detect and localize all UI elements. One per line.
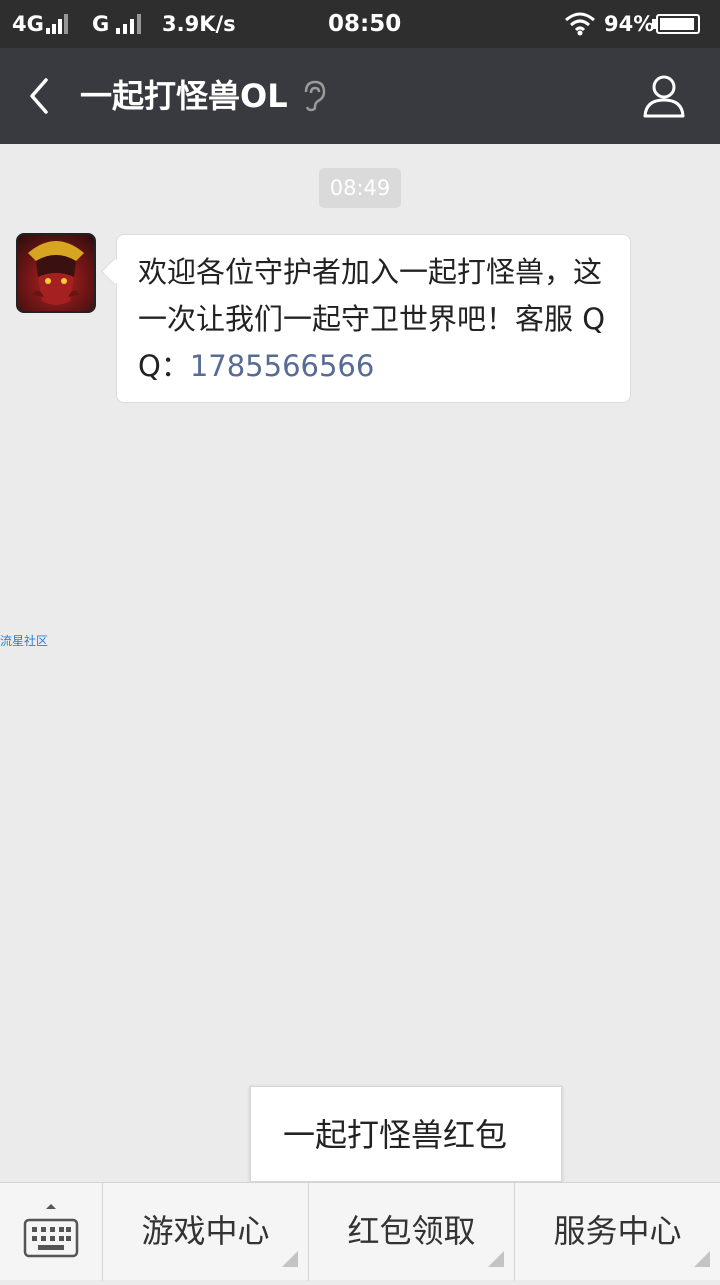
submenu-indicator-icon (488, 1251, 504, 1267)
avatar[interactable] (16, 233, 96, 313)
submenu-indicator-icon (282, 1251, 298, 1267)
keyboard-toggle-button[interactable] (0, 1183, 102, 1281)
bottom-menu-bar: 游戏中心 红包领取 服务中心 (0, 1182, 720, 1281)
profile-button[interactable] (638, 70, 690, 122)
menu-label: 红包领取 (347, 1212, 476, 1250)
monster-avatar-icon (28, 241, 84, 305)
menu-service-center[interactable]: 服务中心 (514, 1183, 720, 1281)
signal-icon (46, 14, 70, 34)
menu-red-packet[interactable]: 红包领取 (308, 1183, 514, 1281)
menu-label: 游戏中心 (141, 1212, 270, 1250)
menu-label: 服务中心 (553, 1212, 682, 1250)
timestamp-badge: 08:49 (319, 168, 401, 208)
submenu-popup: 一起打怪兽红包 (250, 1086, 562, 1182)
network-type-g: G (92, 12, 110, 36)
ear-icon (304, 80, 326, 112)
signal-icon-2 (116, 14, 148, 34)
back-arrow-icon (30, 78, 48, 114)
battery-icon (656, 14, 700, 34)
clock: 08:50 (328, 11, 402, 37)
menu-game-center[interactable]: 游戏中心 (102, 1183, 308, 1281)
message-text: 欢迎各位守护者加入一起打怪兽，这一次让我们一起守卫世界吧！客服 QQ：17855… (138, 249, 618, 390)
status-bar: 4G G 3.9K/s 08:50 94% (0, 0, 720, 48)
title-bar: 一起打怪兽OL (0, 48, 720, 144)
qq-number-link[interactable]: 1785566566 (190, 349, 375, 383)
back-button[interactable] (18, 72, 66, 120)
submenu-item-red-packet[interactable]: 一起打怪兽红包 (283, 1111, 507, 1159)
person-icon (643, 75, 685, 118)
submenu-indicator-icon (694, 1251, 710, 1267)
battery-percent: 94% (604, 12, 655, 36)
page-title: 一起打怪兽OL (80, 77, 288, 115)
wifi-icon (565, 12, 595, 36)
watermark-text: 流星社区 (0, 634, 49, 648)
network-speed: 3.9K/s (162, 12, 236, 36)
network-type-4g: 4G (12, 12, 44, 36)
keyboard-icon (23, 1204, 79, 1258)
